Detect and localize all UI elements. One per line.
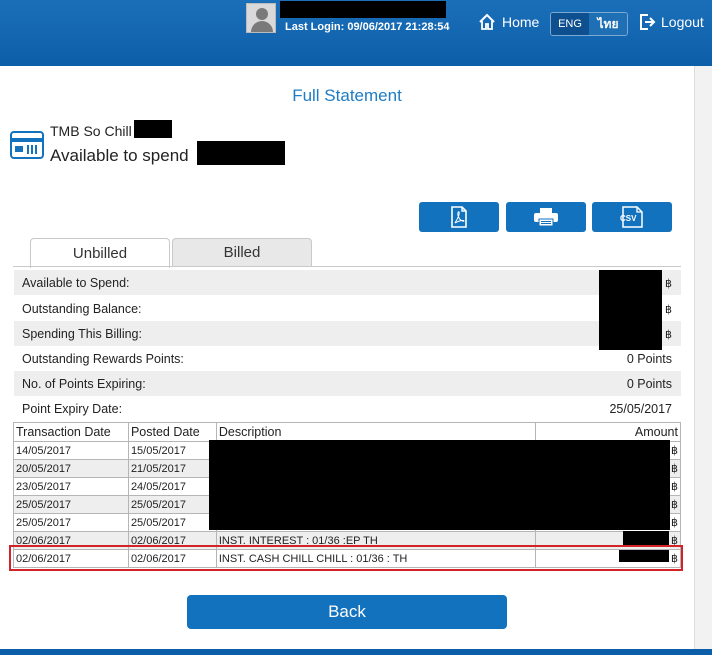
highlighted-row-outline [9,545,683,571]
summary-label: Outstanding Balance: [22,301,142,316]
tab-divider [13,266,681,267]
summary-label: Available to Spend: [22,275,130,290]
lang-thai-option[interactable]: ไทย [589,13,627,35]
summary-row-points-expiring: No. of Points Expiring: 0 Points [14,371,681,396]
card-name: TMB So Chill [50,123,132,139]
redacted-summary-amounts [599,270,662,350]
cell-posted-date: 21/05/2017 [127,459,217,478]
logout-link[interactable]: Logout [638,13,704,31]
print-button[interactable] [506,202,586,232]
summary-label: Point Expiry Date: [22,401,123,416]
column-header: Description [215,422,537,442]
summary-label: No. of Points Expiring: [22,376,146,391]
summary-row-spending-this-billing: Spending This Billing: ฿ [14,321,681,346]
user-avatar-icon [246,3,276,33]
cell-transaction-date: 25/05/2017 [13,495,129,514]
home-label: Home [502,14,540,30]
table-header-row: Transaction Date Posted Date Description… [13,422,681,442]
column-header: Posted Date [127,422,217,442]
redacted-amount [623,531,669,545]
logout-icon [640,14,656,30]
currency-symbol: ฿ [665,303,672,316]
cell-posted-date: 25/05/2017 [127,495,217,514]
cell-transaction-date: 14/05/2017 [13,441,129,460]
summary-row-available-to-spend: Available to Spend: ฿ [14,270,681,295]
summary-row-outstanding-rewards-points: Outstanding Rewards Points: 0 Points [14,346,681,371]
cell-posted-date: 15/05/2017 [127,441,217,460]
summary-row-point-expiry-date: Point Expiry Date: 25/05/2017 [14,396,681,421]
column-header: Amount [535,422,681,442]
tab-billed[interactable]: Billed [172,238,312,266]
home-link[interactable]: Home [478,13,539,31]
pdf-icon [451,206,467,228]
export-pdf-button[interactable] [419,202,499,232]
cell-posted-date: 25/05/2017 [127,513,217,532]
cell-transaction-date: 20/05/2017 [13,459,129,478]
summary-value: 25/05/2017 [609,401,672,416]
currency-symbol: ฿ [665,277,672,290]
csv-icon-label: CSV [620,214,637,223]
language-switcher: ENG ไทย [550,12,628,36]
cell-posted-date: 24/05/2017 [127,477,217,496]
top-header-bar: Last Login: 09/06/2017 21:28:54 Home ENG… [0,0,712,66]
home-icon [479,13,495,30]
credit-card-icon [10,131,44,159]
redacted-user-name [280,1,446,18]
redacted-available-amount [197,141,285,165]
page-title: Full Statement [292,86,402,105]
redacted-card-number [134,120,172,138]
tab-unbilled[interactable]: Unbilled [30,238,170,268]
print-icon [534,208,558,227]
csv-icon: CSV [620,206,643,228]
last-login-text: Last Login: 09/06/2017 21:28:54 [285,21,450,33]
logout-label: Logout [661,14,704,30]
cell-transaction-date: 25/05/2017 [13,513,129,532]
scrollbar-track[interactable] [694,66,712,655]
redacted-descriptions [209,440,670,530]
summary-label: Outstanding Rewards Points: [22,351,184,366]
column-header: Transaction Date [13,422,129,442]
summary-label: Spending This Billing: [22,326,142,341]
summary-row-outstanding-balance: Outstanding Balance: ฿ [14,296,681,321]
export-csv-button[interactable]: CSV [592,202,672,232]
back-button[interactable]: Back [187,595,507,629]
cell-transaction-date: 23/05/2017 [13,477,129,496]
bottom-border [0,649,712,655]
summary-value: 0 Points [626,351,672,366]
available-to-spend-label: Available to spend [50,146,189,165]
currency-symbol: ฿ [665,328,672,341]
summary-value: 0 Points [626,376,672,391]
lang-eng-option[interactable]: ENG [551,13,589,35]
